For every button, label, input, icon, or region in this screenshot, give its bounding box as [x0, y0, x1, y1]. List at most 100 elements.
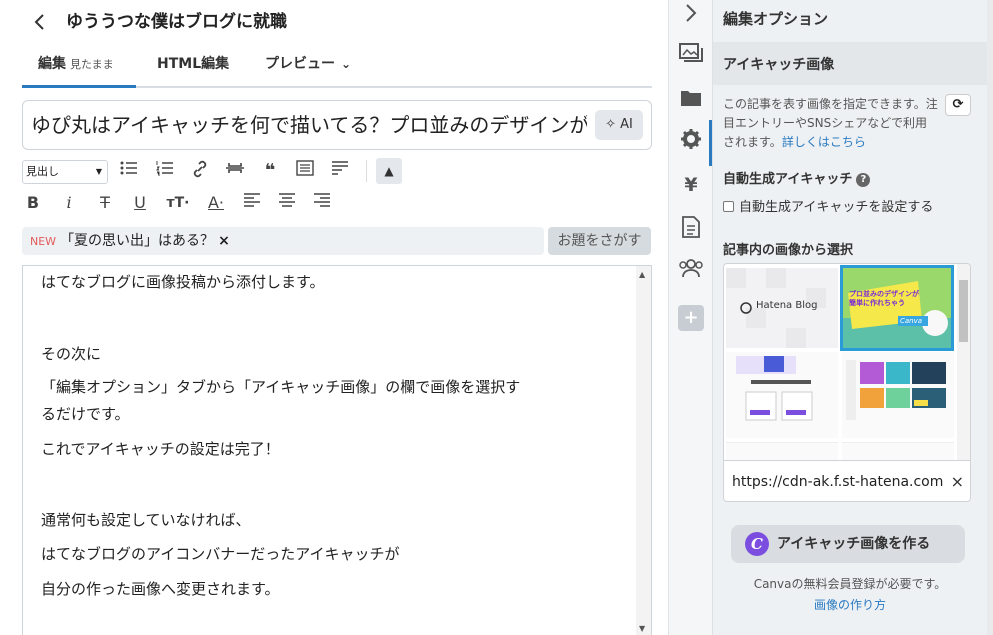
howto-link[interactable]: 画像の作り方 — [713, 596, 987, 613]
image-icon[interactable] — [675, 42, 707, 72]
body-paragraph: 「編集オプション」タブから「アイキャッチ画像」の欄で画像を選択す — [41, 378, 521, 396]
auto-eyecatch-label: 自動生成アイキャッチ — [723, 172, 853, 187]
auto-eyecatch-title: 自動生成アイキャッチ? — [723, 168, 871, 187]
tab-preview-label: プレビュー — [265, 56, 335, 72]
tab-preview[interactable]: プレビュー ⌄ — [265, 54, 351, 74]
gallery-scrollbar[interactable] — [957, 264, 970, 460]
bold-icon[interactable]: B — [22, 192, 44, 214]
gear-icon[interactable] — [675, 128, 707, 158]
editor-area: ゆううつな僕はブログに就職 編集 見たまま HTML編集 プレビュー ⌄ ゆぴ丸はア… — [0, 0, 668, 635]
image-thumbnail[interactable] — [842, 352, 954, 438]
yen-icon[interactable]: ¥ — [675, 170, 707, 200]
text-color-icon[interactable]: A· — [202, 192, 230, 214]
chevron-down-icon: ⌄ — [341, 57, 352, 71]
format-toolbar-row1: 見出し ▼ ❝ ▲ — [22, 158, 652, 186]
format-toolbar-row2: B i T U тT· A· — [22, 190, 652, 218]
bullet-list-icon[interactable] — [118, 160, 140, 182]
tab-html[interactable]: HTML編集 — [157, 54, 229, 74]
tab-edit-label: 編集 — [38, 56, 66, 72]
checkbox-box[interactable] — [723, 201, 734, 212]
blog-name: ゆううつな僕はブログに就職 — [66, 12, 287, 32]
font-size-icon[interactable]: тT· — [164, 192, 192, 214]
users-icon[interactable] — [675, 257, 707, 287]
tab-edit-sub: 見たまま — [70, 58, 114, 71]
toolbar-separator — [366, 160, 367, 182]
document-icon[interactable] — [675, 216, 707, 246]
eyecatch-section-header: アイキャッチ画像 — [713, 42, 987, 85]
strikethrough-icon[interactable]: T — [94, 192, 116, 214]
edit-options-panel: 編集オプション アイキャッチ画像 この記事を表す画像を指定できます。注目エントリ… — [712, 0, 993, 635]
help-icon[interactable]: ? — [856, 173, 871, 187]
image-thumbnail[interactable] — [726, 442, 838, 460]
heading-select-value: 見出し — [26, 165, 59, 178]
clear-url-icon[interactable]: × — [946, 461, 964, 501]
featured-image-caption: プロ並みのデザインが簡単に作れちゃう — [849, 290, 919, 307]
title-bar: ゆううつな僕はブログに就職 — [0, 0, 668, 44]
canva-logo-icon: C — [745, 532, 769, 556]
scroll-down-icon[interactable]: ▼ — [639, 624, 645, 633]
panel-scrollbar[interactable] — [987, 0, 993, 635]
numbered-list-icon[interactable] — [154, 160, 176, 182]
new-badge: NEW — [30, 235, 57, 248]
folder-icon[interactable] — [675, 86, 707, 116]
align-left-icon[interactable] — [241, 192, 263, 214]
heading-select[interactable]: 見出し ▼ — [22, 160, 108, 184]
chevron-right-icon[interactable] — [675, 2, 707, 32]
details-link[interactable]: 詳しくはこちら — [782, 135, 866, 149]
featured-image-brand: Canva — [900, 317, 923, 325]
topic-suggestion[interactable]: NEW 「夏の思い出」はある？ × — [22, 227, 544, 255]
plus-icon[interactable]: + — [678, 305, 704, 331]
gallery-scrollbar-thumb[interactable] — [959, 280, 968, 342]
align-center-icon[interactable] — [276, 192, 298, 214]
entry-body-editor[interactable]: はてなブログに画像投稿から添付します。 その次に 「編集オプション」タブから「ア… — [22, 265, 652, 635]
image-thumbnail[interactable] — [726, 352, 838, 438]
create-eyecatch-button[interactable]: C アイキャッチ画像を作る — [731, 525, 965, 563]
image-thumbnail[interactable] — [842, 442, 954, 460]
close-icon[interactable]: × — [218, 233, 230, 249]
collapse-toolbar-button[interactable]: ▲ — [376, 158, 402, 184]
hatena-logo-text: Hatena Blog — [756, 300, 818, 311]
canva-note: Canvaの無料会員登録が必要です。 — [753, 577, 947, 591]
create-eyecatch-label: アイキャッチ画像を作る — [777, 536, 931, 552]
body-paragraph: 通常何も設定していなければ、 — [41, 511, 251, 529]
refresh-icon[interactable]: ⟳ — [945, 94, 971, 116]
tab-edit[interactable]: 編集 見たまま — [38, 54, 114, 75]
select-arrow-icon: ▼ — [95, 167, 102, 176]
topic-text: 「夏の思い出」はある？ — [60, 233, 215, 249]
image-thumbnail-hatena[interactable]: Hatena Blog — [726, 268, 838, 348]
ai-label: AI — [620, 117, 633, 132]
table-of-contents-icon[interactable] — [294, 160, 316, 182]
link-icon[interactable] — [189, 160, 211, 182]
body-paragraph: その次に — [41, 345, 102, 363]
scroll-up-icon[interactable]: ▲ — [639, 270, 645, 279]
sidebar-icon-rail: ¥ + — [668, 0, 712, 635]
image-url-field[interactable]: https://cdn-ak.f.st-hatena.com × — [723, 460, 971, 502]
body-scrollbar[interactable]: ▲ ▼ — [636, 266, 651, 635]
entry-title-input[interactable]: ゆぴ丸はアイキャッチを何で描いてる？プロ並みのデザインが ✧ AI — [22, 100, 652, 150]
body-paragraph: はてなブログに画像投稿から添付します。 — [41, 273, 325, 291]
back-arrow-icon[interactable] — [32, 10, 48, 34]
underline-icon[interactable]: U — [129, 192, 151, 214]
auto-checkbox-label: 自動生成アイキャッチを設定する — [739, 200, 934, 215]
body-paragraph: これでアイキャッチの設定は完了！ — [41, 440, 280, 458]
auto-eyecatch-checkbox[interactable]: 自動生成アイキャッチを設定する — [723, 196, 933, 215]
align-right-icon[interactable] — [311, 192, 333, 214]
quote-icon[interactable]: ❝ — [259, 160, 281, 182]
find-topic-button[interactable]: お題をさがす — [548, 227, 651, 255]
body-paragraph: 自分の作った画像へ変更されます。 — [41, 580, 280, 598]
italic-icon[interactable]: i — [58, 192, 80, 214]
eyecatch-description: この記事を表す画像を指定できます。注目エントリーやSNSシェアなどで利用されます… — [723, 95, 938, 152]
eyecatch-section-title: アイキャッチ画像 — [723, 57, 835, 73]
body-paragraph: はてなブログのアイコンバナーだったアイキャッチが — [41, 545, 400, 563]
ai-title-button[interactable]: ✧ AI — [595, 110, 643, 140]
editor-tabs: 編集 見たまま HTML編集 プレビュー ⌄ — [22, 48, 652, 88]
select-from-article-title: 記事内の画像から選択 — [723, 243, 854, 258]
image-thumbnail-selected[interactable]: プロ並みのデザインが簡単に作れちゃう Canva — [840, 265, 954, 351]
article-image-gallery: Hatena Blog プロ並みのデザインが簡単に作れちゃう Canva — [723, 263, 971, 460]
more-divider-icon[interactable] — [224, 160, 246, 182]
active-tab-indicator — [22, 85, 136, 88]
image-url-value: https://cdn-ak.f.st-hatena.com — [732, 474, 944, 490]
read-more-icon[interactable] — [329, 160, 351, 182]
chevron-up-icon: ▲ — [384, 164, 394, 178]
sparkle-icon: ✧ — [605, 117, 617, 132]
